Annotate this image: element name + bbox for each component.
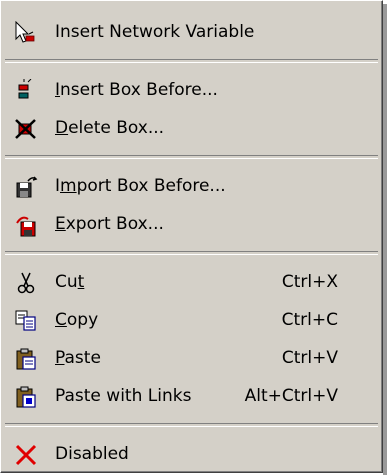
paste-icon — [14, 347, 38, 371]
menu-item-import-box-before[interactable]: Import Box Before... — [1, 167, 382, 205]
shortcut-copy: Ctrl+C — [281, 310, 338, 330]
import-box-icon — [14, 175, 38, 199]
menu-item-label: Cut — [55, 272, 85, 292]
menu-separator — [5, 423, 378, 427]
menu-item-disabled[interactable]: Disabled — [1, 435, 382, 473]
menu-item-insert-network-variable[interactable]: Insert Network Variable — [1, 13, 382, 51]
menu-item-label: Paste — [55, 348, 101, 368]
scissors-icon — [14, 271, 38, 295]
menu-separator — [5, 251, 378, 255]
context-menu: Insert Network Variable Insert Box Befor… — [0, 0, 383, 473]
menu-separator — [5, 59, 378, 63]
insert-box-icon — [14, 78, 38, 103]
menu-shadow — [383, 4, 387, 475]
delete-box-icon — [14, 117, 38, 141]
menu-item-insert-box-before[interactable]: Insert Box Before... — [1, 71, 382, 109]
menu-item-label: Insert Box Before... — [55, 80, 218, 100]
menu-item-label: Disabled — [55, 444, 129, 464]
shortcut-paste-with-links: Alt+Ctrl+V — [244, 386, 338, 406]
menu-item-label: Delete Box... — [55, 118, 165, 138]
menu-separator — [5, 155, 378, 159]
red-x-icon — [14, 443, 38, 467]
menu-item-label: Import Box Before... — [55, 176, 226, 196]
menu-item-paste[interactable]: Paste Ctrl+V — [1, 339, 382, 377]
menu-item-copy[interactable]: Copy Ctrl+C — [1, 301, 382, 339]
menu-item-cut[interactable]: Cut Ctrl+X — [1, 263, 382, 301]
menu-item-label: Paste with Links — [55, 386, 192, 406]
shortcut-paste: Ctrl+V — [281, 348, 338, 368]
menu-item-label: Export Box... — [55, 214, 164, 234]
cursor-network-icon — [14, 20, 38, 45]
menu-item-export-box[interactable]: Export Box... — [1, 205, 382, 243]
paste-links-icon — [14, 385, 38, 409]
copy-icon — [14, 309, 38, 333]
menu-item-delete-box[interactable]: Delete Box... — [1, 109, 382, 147]
menu-item-label: Copy — [55, 310, 99, 330]
shortcut-cut: Ctrl+X — [281, 272, 338, 292]
export-box-icon — [14, 213, 38, 237]
menu-item-paste-with-links[interactable]: Paste with Links Alt+Ctrl+V — [1, 377, 382, 415]
menu-item-label: Insert Network Variable — [55, 22, 255, 42]
